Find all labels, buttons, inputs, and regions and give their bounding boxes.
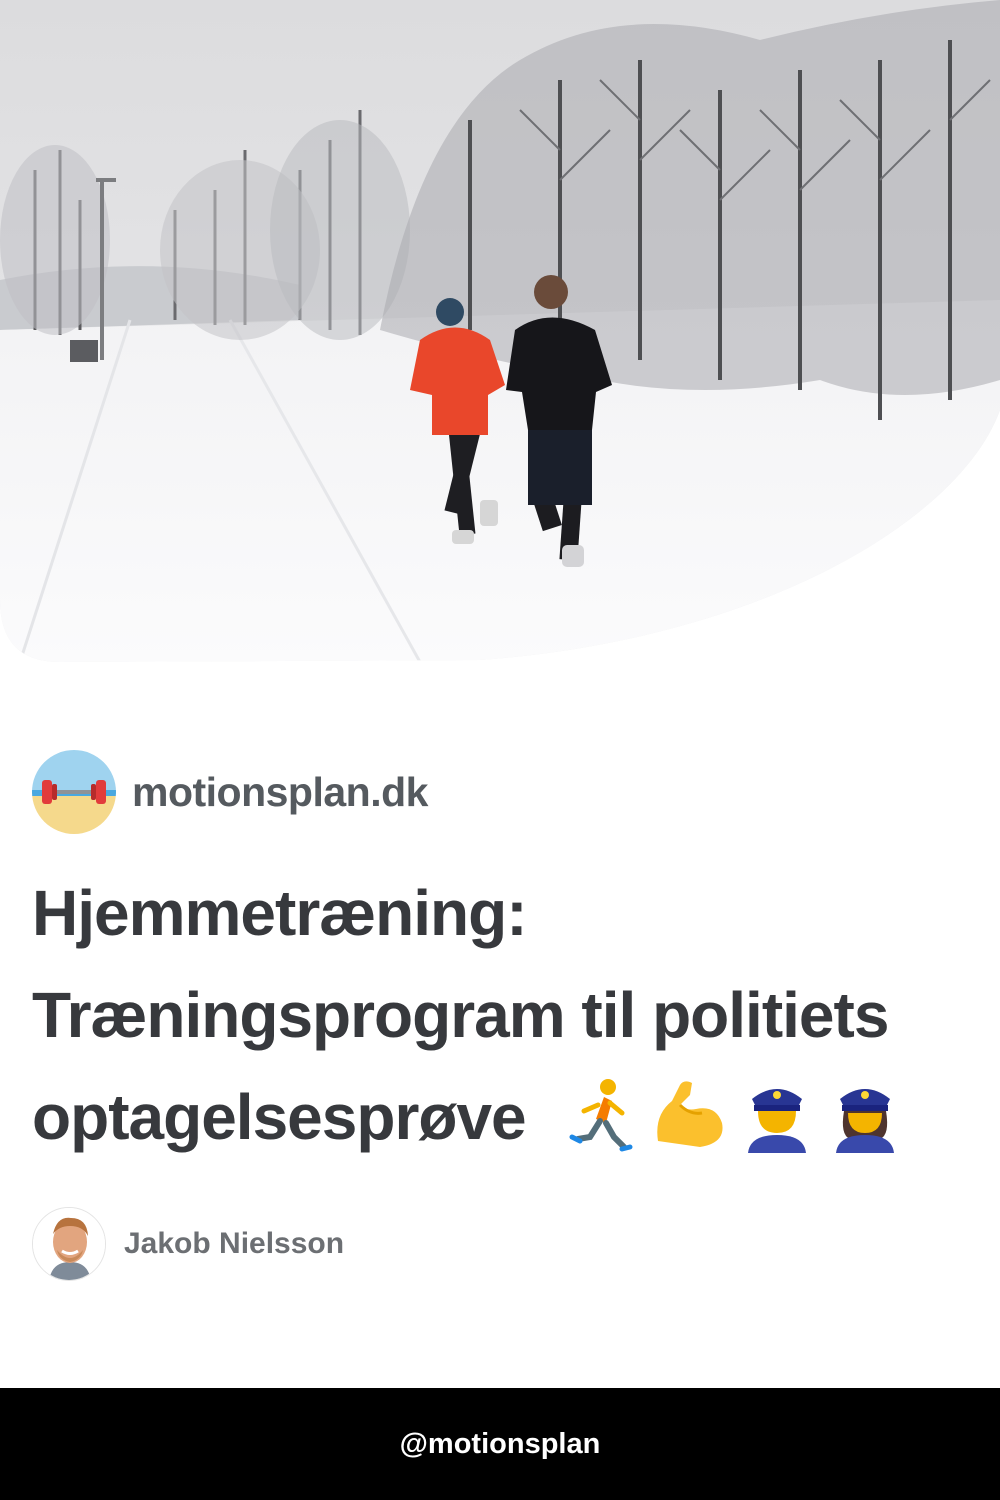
title-line-2: Træningsprogram til politiets [32,979,889,1051]
title-line-3-text: optagelsesprøve [32,1081,527,1153]
author[interactable]: Jakob Nielsson [32,1207,344,1281]
title-emojis [562,1075,904,1153]
hero-image [0,0,1000,662]
site-branding[interactable]: motionsplan.dk [32,750,428,834]
site-name: motionsplan.dk [132,768,428,815]
title-line-3: optagelsesprøve [32,1066,972,1168]
avatar [32,1207,106,1281]
title-line-1: Hjemmetræning: [32,877,528,949]
dumbbell-beach-logo-icon [32,750,116,834]
article-title[interactable]: Hjemmetræning: Træningsprogram til polit… [32,862,972,1168]
police-officer-emoji-icon [826,1075,904,1153]
author-name: Jakob Nielsson [124,1227,345,1260]
flexed-biceps-emoji-icon [650,1075,728,1153]
footer-bar: @motionsplan [0,1388,1000,1500]
police-officer-emoji-icon [738,1075,816,1153]
running-emoji-icon [562,1075,640,1153]
footer-handle[interactable]: @motionsplan [400,1428,601,1461]
